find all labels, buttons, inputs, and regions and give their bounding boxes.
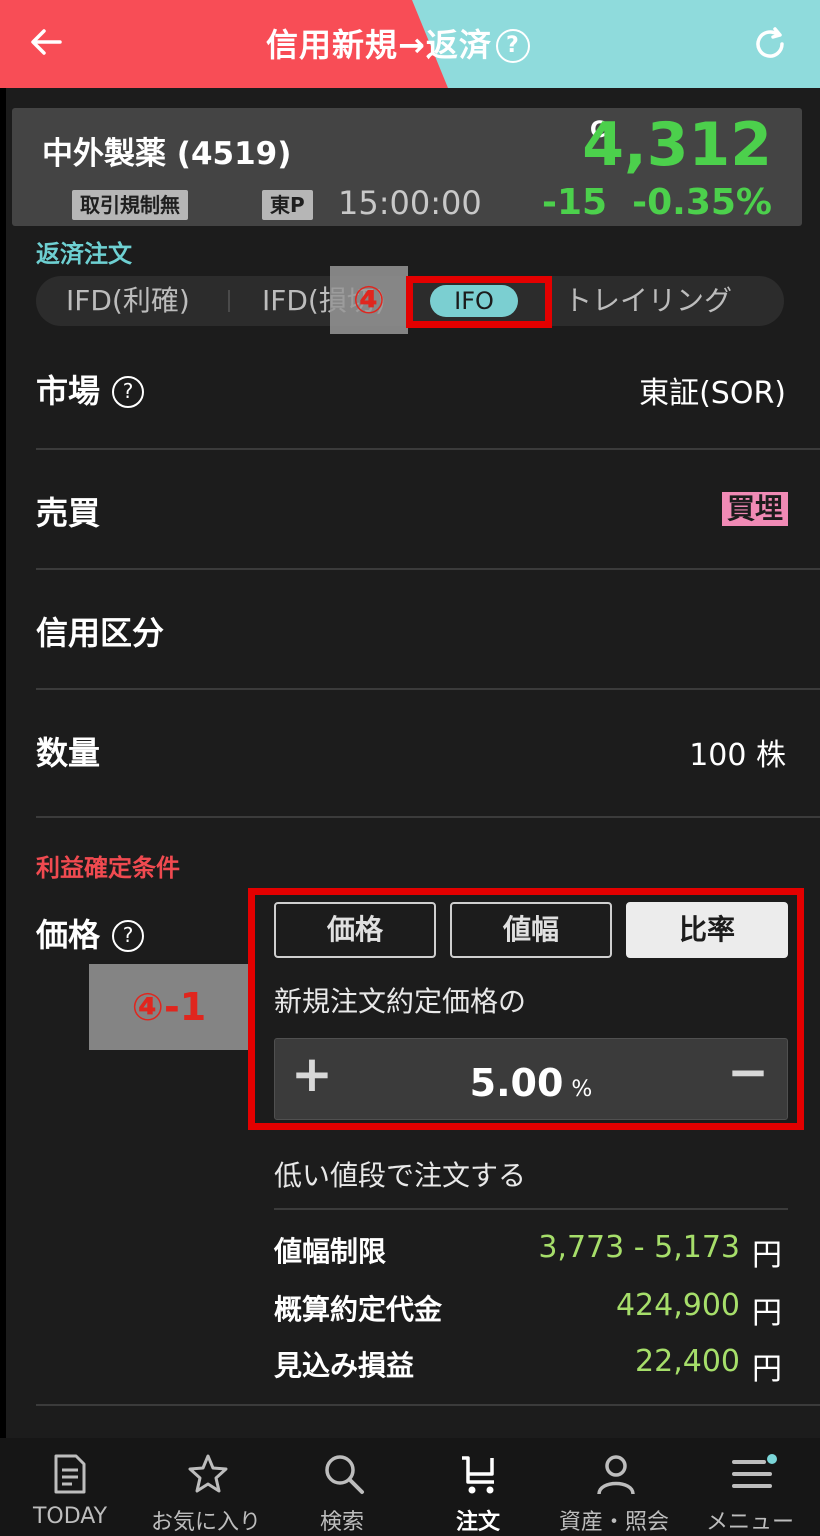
quantity-label: 数量 xyxy=(36,734,101,772)
cart-icon xyxy=(462,1456,494,1494)
yen-unit: 円 xyxy=(752,1296,782,1331)
current-price: 4,312 xyxy=(582,110,772,180)
refresh-icon[interactable] xyxy=(752,26,788,62)
order-direction-text: 低い値段で注文する xyxy=(274,1159,527,1192)
left-edge-strip xyxy=(0,88,6,1536)
nav-favorites[interactable]: お気に入り xyxy=(138,1438,274,1536)
nav-today[interactable]: TODAY xyxy=(2,1438,138,1536)
nav-menu[interactable]: メニュー xyxy=(682,1438,818,1536)
market-value: 東証(SOR) xyxy=(639,376,786,411)
person-icon xyxy=(597,1455,635,1495)
yen-unit: 円 xyxy=(752,1238,782,1273)
star-icon xyxy=(188,1454,228,1493)
header-bar: 信用新規→返済? xyxy=(0,0,820,88)
restriction-badge: 取引規制無 xyxy=(72,190,188,220)
menu-icon xyxy=(732,1454,777,1488)
trade-side-badge: 買埋 xyxy=(722,492,788,526)
bottom-divider xyxy=(36,1404,820,1406)
nav-assets[interactable]: 資産・照会 xyxy=(546,1438,682,1536)
expected-pl-label: 見込み損益 xyxy=(274,1349,415,1382)
expected-pl-value: 22,400 xyxy=(635,1344,740,1379)
row-divider xyxy=(36,568,820,570)
change-percent: -0.35% xyxy=(632,182,772,223)
nav-order[interactable]: 注文 xyxy=(410,1438,546,1536)
price-change: -15 -0.35% xyxy=(542,182,772,223)
stock-name: 中外製薬 (4519) xyxy=(42,136,292,172)
trade-label: 売買 xyxy=(36,494,101,532)
price-help-icon[interactable]: ? xyxy=(112,920,145,952)
quote-time: 15:00:00 xyxy=(338,184,482,222)
profit-condition-label: 利益確定条件 xyxy=(36,854,180,882)
tab-trailing[interactable]: トレイリング xyxy=(564,276,732,326)
estimated-amount-value: 424,900 xyxy=(615,1288,740,1323)
page-title: 信用新規→返済? xyxy=(266,20,530,66)
row-divider xyxy=(36,448,820,450)
document-icon xyxy=(54,1454,86,1494)
title-help-icon[interactable]: ? xyxy=(495,29,530,63)
search-icon xyxy=(325,1455,364,1494)
estimated-amount-label: 概算約定代金 xyxy=(274,1293,443,1326)
change-amount: -15 xyxy=(542,182,608,223)
row-divider xyxy=(36,816,820,818)
market-label: 市場? xyxy=(36,366,145,412)
price-limit-label: 値幅制限 xyxy=(274,1235,387,1268)
price-label: 価格? xyxy=(36,910,145,956)
highlight-box-ratio xyxy=(248,888,804,1130)
row-divider xyxy=(36,688,820,690)
yen-unit: 円 xyxy=(752,1352,782,1387)
annotation-step-4-1: ④-1 xyxy=(89,964,249,1050)
tab-ifd-profit[interactable]: IFD(利確) xyxy=(66,276,190,326)
market-badge: 東P xyxy=(262,190,313,220)
credit-type-label: 信用区分 xyxy=(36,614,165,652)
summary-divider xyxy=(274,1208,788,1210)
annotation-step-4: ④ xyxy=(330,266,408,334)
back-arrow-icon[interactable] xyxy=(26,22,66,62)
price-limit-value: 3,773 - 5,173 xyxy=(538,1230,740,1265)
highlight-box-ifo xyxy=(406,276,552,328)
market-help-icon[interactable]: ? xyxy=(112,376,145,408)
repay-order-label: 返済注文 xyxy=(36,240,132,268)
stock-panel: 中外製薬 (4519) 取引規制無 東P 15:00:00 C 4,312 -1… xyxy=(12,108,802,226)
tab-divider xyxy=(228,290,230,312)
nav-search[interactable]: 検索 xyxy=(274,1438,410,1536)
bottom-nav: TODAY お気に入り 検索 注文 資産・照会 メニュー xyxy=(0,1438,820,1536)
quantity-value: 100 株 xyxy=(689,738,786,773)
